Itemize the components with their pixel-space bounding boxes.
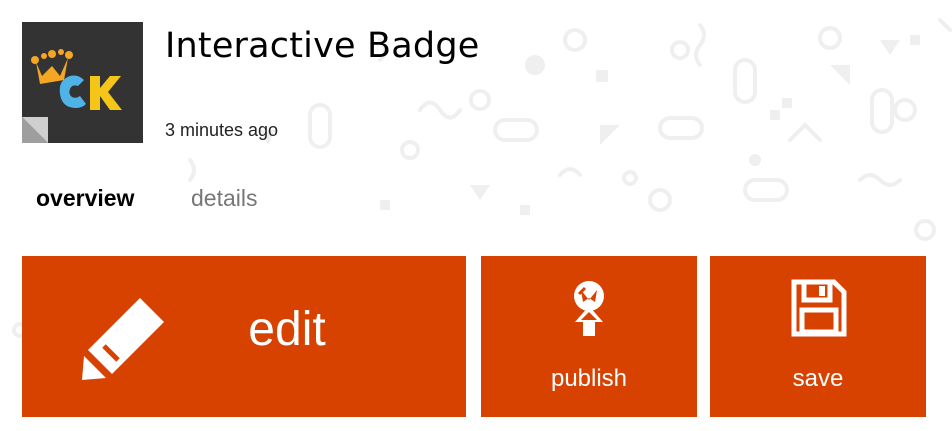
project-header: Interactive Badge 3 minutes ago	[22, 22, 922, 146]
save-label: save	[792, 365, 844, 392]
tab-details[interactable]: details	[191, 185, 257, 212]
edit-button[interactable]: edit	[22, 256, 466, 417]
last-updated-timestamp: 3 minutes ago	[165, 120, 279, 140]
edit-label: edit	[248, 303, 326, 356]
project-title: Interactive Badge	[165, 26, 480, 66]
publish-button[interactable]: publish	[481, 256, 697, 417]
publish-label: publish	[550, 365, 628, 392]
save-icon	[791, 279, 847, 337]
save-button[interactable]: save	[710, 256, 926, 417]
tab-overview[interactable]: overview	[36, 185, 134, 212]
pencil-icon	[82, 298, 164, 380]
project-page: Interactive Badge 3 minutes ago overview…	[0, 0, 952, 431]
project-logo	[22, 22, 143, 143]
publish-icon	[574, 281, 604, 336]
